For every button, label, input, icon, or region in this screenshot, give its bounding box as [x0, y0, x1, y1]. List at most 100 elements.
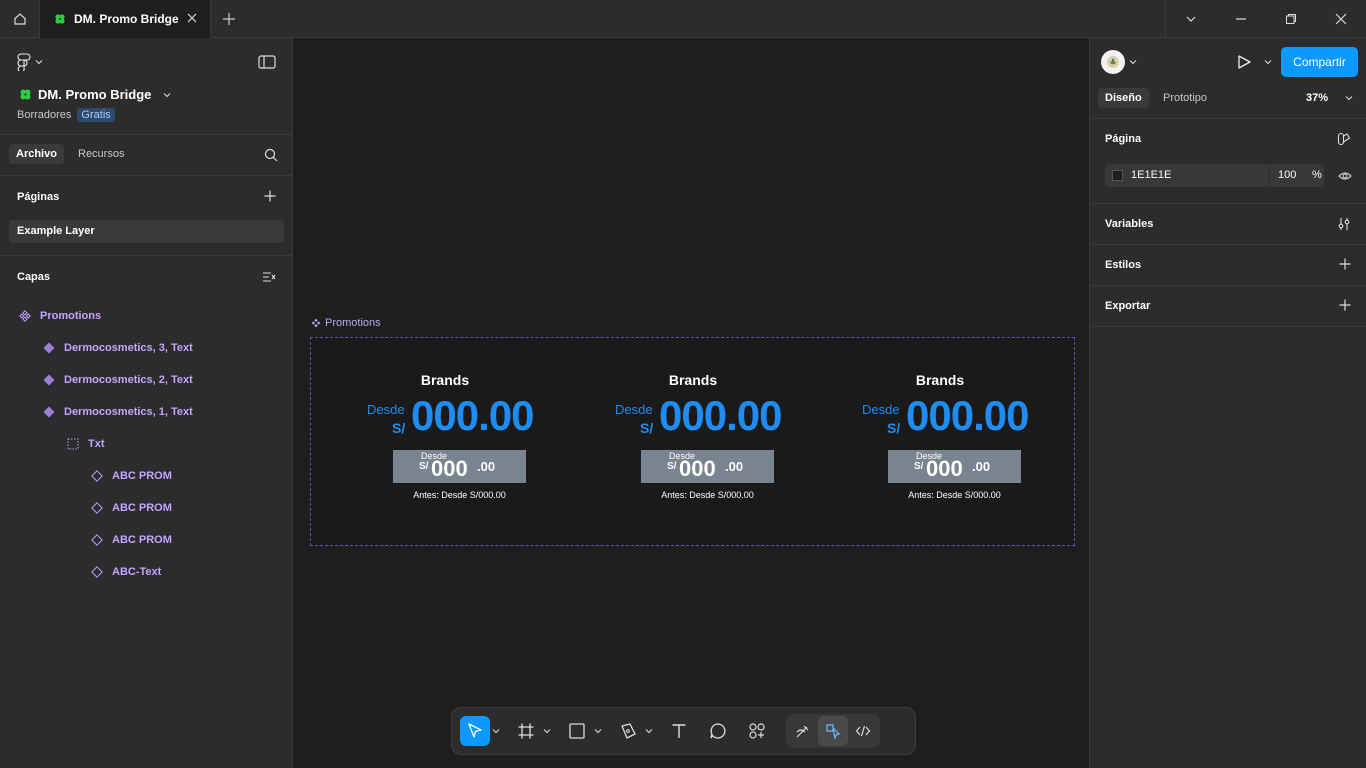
play-icon[interactable] [1236, 54, 1252, 70]
add-export-icon[interactable] [1339, 299, 1351, 311]
pen-tool-dropdown[interactable] [643, 716, 655, 746]
shape-tool-button[interactable] [562, 716, 592, 746]
draw-mode-button[interactable] [788, 716, 818, 746]
minimize-button[interactable] [1216, 0, 1266, 38]
restore-button[interactable] [1266, 0, 1316, 38]
percent-sign: % [1312, 169, 1322, 181]
layer-item[interactable]: Dermocosmetics, 1, Text [43, 396, 193, 428]
move-tool-dropdown[interactable] [490, 716, 502, 746]
frame-tool-button[interactable] [511, 716, 541, 746]
avatar[interactable] [1101, 50, 1125, 74]
desde-label: Desde [615, 402, 653, 417]
shape-tool-dropdown[interactable] [592, 716, 604, 746]
canvas[interactable]: Promotions Brands Desde S/ 000.00 Desde … [293, 38, 1341, 768]
window-controls [1165, 0, 1366, 38]
layer-item[interactable]: ABC PROM [91, 492, 172, 524]
close-window-button[interactable] [1316, 0, 1366, 38]
file-tab-title: DM. Promo Bridge [74, 12, 179, 26]
share-button[interactable]: Compartir [1281, 47, 1358, 77]
chevron-down-icon [1186, 16, 1196, 22]
eye-icon[interactable] [1338, 169, 1352, 183]
frame-label[interactable]: Promotions [311, 317, 381, 329]
move-tool-button[interactable] [460, 716, 490, 746]
chevron-down-icon [594, 729, 602, 734]
actions-button[interactable] [742, 716, 772, 746]
right-panel: Compartir Diseño Prototipo 37% Página 1E… [1089, 38, 1366, 768]
tabs-dropdown-button[interactable] [1166, 0, 1216, 38]
instance-icon [43, 374, 55, 386]
component-icon [311, 318, 321, 328]
dev-mode-button[interactable] [848, 716, 878, 746]
layers-section: Capas Promotions Dermocosmetics, 3, Text… [0, 256, 292, 656]
comment-icon [710, 723, 726, 739]
frame-icon [518, 723, 534, 739]
design-mode-icon [826, 724, 841, 739]
file-title-button[interactable]: DM. Promo Bridge [19, 87, 171, 102]
price-box: Desde S/ 000 .00 [888, 450, 1021, 483]
layer-item[interactable]: Txt [67, 428, 105, 460]
brand-label: Brands [915, 372, 965, 388]
chevron-down-icon[interactable] [1264, 58, 1272, 66]
layer-item[interactable]: ABC PROM [91, 524, 172, 556]
close-icon [1335, 13, 1347, 25]
frame-label-text: Promotions [325, 317, 381, 329]
price-box: Desde S/ 000 .00 [393, 450, 526, 483]
title-bar: DM. Promo Bridge [0, 0, 1366, 38]
layer-item[interactable]: Dermocosmetics, 3, Text [43, 332, 193, 364]
chevron-down-icon [492, 729, 500, 734]
zoom-level[interactable]: 37% [1306, 92, 1328, 104]
layer-item[interactable]: ABC-Text [91, 556, 161, 588]
left-panel: DM. Promo Bridge Borradores Gratis Archi… [0, 38, 293, 768]
layer-label: Promotions [40, 310, 102, 322]
sidebar-toggle-icon[interactable] [258, 55, 276, 69]
export-section: Exportar [1090, 286, 1366, 327]
box-price-label: 000 [679, 456, 716, 481]
file-name: DM. Promo Bridge [38, 87, 152, 102]
comment-tool-button[interactable] [703, 716, 733, 746]
collapse-layers-icon[interactable] [262, 271, 276, 283]
layer-item[interactable]: Dermocosmetics, 2, Text [43, 364, 193, 396]
currency-label: S/ [392, 420, 406, 436]
color-swatch[interactable] [1112, 170, 1123, 181]
page-opacity[interactable]: 100 [1278, 169, 1296, 181]
chevron-down-icon[interactable] [1129, 58, 1137, 66]
layer-item[interactable]: ABC PROM [91, 460, 172, 492]
search-icon[interactable] [264, 148, 278, 162]
frame-tool-dropdown[interactable] [541, 716, 553, 746]
sliders-icon[interactable] [1337, 217, 1351, 231]
export-title: Exportar [1105, 300, 1151, 312]
page-color-hex[interactable]: 1E1E1E [1131, 169, 1171, 181]
promo-card[interactable]: Brands Desde S/ 000.00 Desde S/ 000 .00 … [345, 338, 545, 547]
chevron-down-icon [35, 60, 43, 65]
price-label: 000.00 [411, 392, 534, 439]
page-color-field[interactable]: 1E1E1E 100 % [1105, 164, 1324, 187]
instance-outline-icon [91, 470, 103, 482]
tab-archivo[interactable]: Archivo [9, 144, 64, 164]
promo-card[interactable]: Brands Desde S/ 000.00 Desde S/ 000 .00 … [593, 338, 793, 547]
pen-tool-button[interactable] [613, 716, 643, 746]
layer-item[interactable]: Promotions [19, 300, 101, 332]
home-button[interactable] [0, 0, 40, 38]
plus-icon[interactable] [220, 10, 238, 28]
box-decimal-label: .00 [972, 459, 991, 474]
drafts-link[interactable]: Borradores [17, 109, 71, 121]
promo-card[interactable]: Brands Desde S/ 000.00 Desde S/ 000 .00 … [840, 338, 1040, 547]
tab-design[interactable]: Diseño [1098, 88, 1149, 108]
avatar-image-icon [1107, 56, 1119, 68]
promotions-frame[interactable]: Brands Desde S/ 000.00 Desde S/ 000 .00 … [310, 337, 1075, 546]
local-styles-icon[interactable] [1337, 132, 1351, 146]
close-icon[interactable] [186, 12, 198, 24]
add-style-icon[interactable] [1339, 258, 1351, 270]
box-currency-label: S/ [419, 461, 429, 472]
tab-recursos[interactable]: Recursos [71, 144, 131, 164]
page-item[interactable]: Example Layer [9, 220, 284, 243]
text-tool-button[interactable] [664, 716, 694, 746]
main-menu-button[interactable] [17, 53, 43, 71]
design-mode-button[interactable] [818, 716, 848, 746]
file-tab[interactable]: DM. Promo Bridge [40, 0, 211, 38]
layer-label: Txt [88, 438, 105, 450]
chevron-down-icon[interactable] [1345, 94, 1353, 102]
tab-prototype[interactable]: Prototipo [1156, 88, 1214, 108]
add-page-icon[interactable] [264, 190, 276, 202]
right-header: Compartir Diseño Prototipo 37% [1090, 38, 1366, 119]
